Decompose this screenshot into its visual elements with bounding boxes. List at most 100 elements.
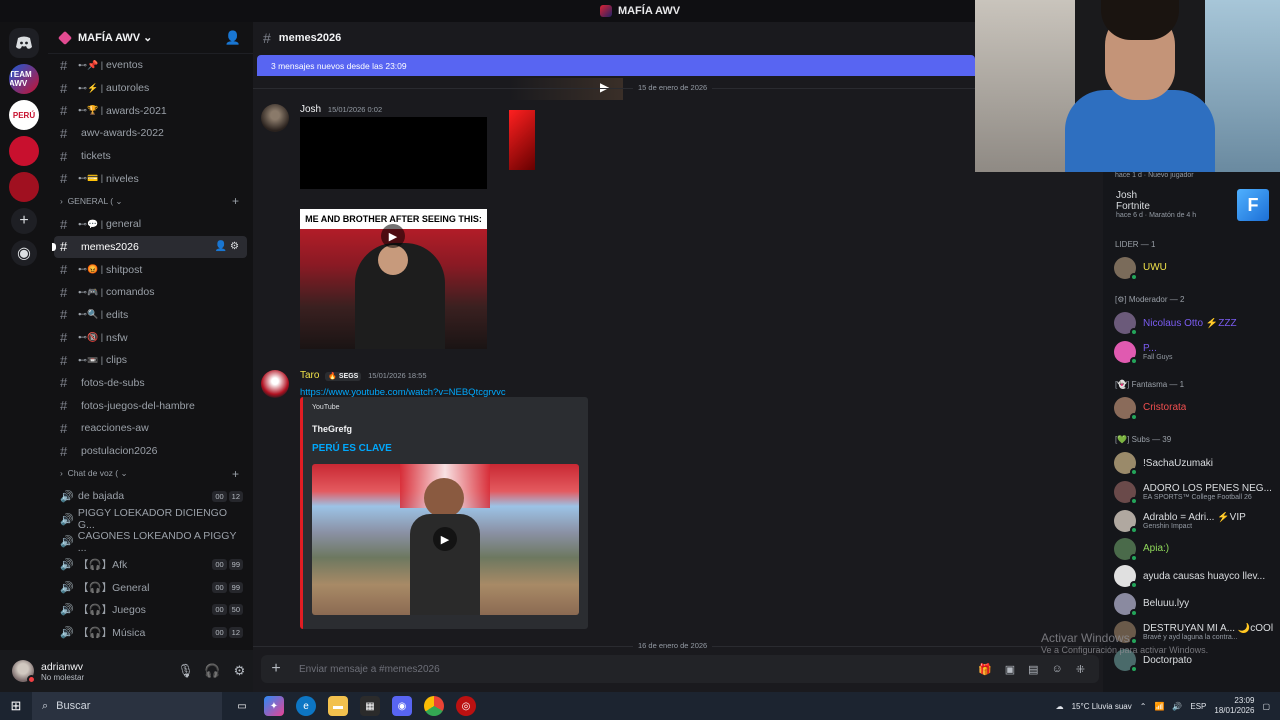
add-channel-icon[interactable]: + [232, 194, 239, 208]
settings-gear-icon[interactable]: ⚙ [226, 663, 253, 679]
voice-channel-item[interactable]: 🔊 【🎧】Juegos 00 50 [48, 599, 253, 622]
discord-taskbar-icon[interactable]: ◉ [392, 696, 412, 716]
apps-icon[interactable]: ⁜ [1076, 663, 1085, 676]
gif-icon[interactable]: ▣ [1005, 663, 1015, 676]
count-current: 00 [212, 581, 227, 593]
new-messages-bar[interactable]: 3 mensajes nuevos desde las 23:09 [257, 55, 975, 76]
category-voice[interactable]: › Chat de voz ( ⌄ + [48, 462, 253, 485]
member-item[interactable]: P... Fall Guys [1103, 337, 1280, 366]
member-item[interactable]: Apia:) [1103, 535, 1280, 563]
channel-item[interactable]: # tickets [48, 145, 253, 168]
taskbar-search[interactable]: ⌕ Buscar [32, 692, 222, 720]
embed-author[interactable]: TheGrefg [312, 424, 352, 434]
voice-channel-item[interactable]: 🔊 【🎧】Música 00 12 [48, 621, 253, 644]
channel-item[interactable]: # ⊷🎮 | comandos [48, 281, 253, 304]
voice-channel-item[interactable]: 🔊 CAGONES LOKEANDO A PIGGY ... [48, 530, 253, 554]
copilot-icon[interactable]: ✦ [264, 696, 284, 716]
play-icon[interactable]: ▶ [600, 80, 609, 94]
language[interactable]: ESP [1190, 702, 1206, 711]
notifications-icon[interactable]: ▢ [1262, 702, 1270, 711]
discord-home-icon[interactable] [9, 28, 39, 58]
channel-name: fotos-de-subs [81, 376, 145, 389]
wifi-icon[interactable]: 📶 [1154, 702, 1164, 711]
member-item[interactable]: Cristorata [1103, 394, 1280, 422]
voice-channel-item[interactable]: 🔊 【🎧】Afk 00 99 [48, 553, 253, 576]
category-general[interactable]: › GENERAL ( ⌄ + [48, 190, 253, 213]
channel-item[interactable]: # reacciones-aw [48, 417, 253, 440]
channel-item[interactable]: # fotos-juegos-del-hambre [48, 394, 253, 417]
message-author[interactable]: Taro [300, 370, 319, 381]
voice-channel-item[interactable]: 🔊 PIGGY LOEKADOR DICIENGO G... [48, 507, 253, 531]
explore-icon[interactable]: ◉ [11, 240, 37, 266]
message-author[interactable]: Josh [300, 104, 321, 115]
microphone-icon[interactable]: 🎙 [172, 663, 199, 679]
taro-avatar[interactable] [261, 370, 289, 398]
status-icon [1130, 356, 1138, 365]
voice-channel-item[interactable]: 🔊 de bajada 00 12 [48, 485, 253, 508]
headphones-icon[interactable]: 🎧 [199, 663, 226, 679]
channel-item[interactable]: # awv-awards-2022 [48, 122, 253, 145]
server-icon-3[interactable] [9, 136, 39, 166]
channel-item[interactable]: # ⊷😡 | shitpost [48, 258, 253, 281]
embed-title[interactable]: PERÚ ES CLAVE [312, 443, 392, 454]
app-icon[interactable]: ◎ [456, 696, 476, 716]
server-icon-4[interactable] [9, 172, 39, 202]
member-item[interactable]: UWU [1103, 254, 1280, 282]
channel-item[interactable]: # memes2026 👤 ⚙ [52, 235, 247, 259]
member-item[interactable]: Adrablo = Adri... ⚡VIP Genshin Impact [1103, 506, 1280, 535]
channel-item[interactable]: # ⊷⚡ | autoroles [48, 77, 253, 100]
server-header[interactable]: MAFÍA AWV ⌄ 👤 [48, 22, 253, 54]
window-title: MAFÍA AWV [617, 5, 681, 17]
channel-item[interactable]: # ⊷🔞 | nsfw [48, 326, 253, 349]
member-name: UWU [1143, 262, 1167, 274]
channel-item[interactable]: # ⊷💳 | niveles [48, 167, 253, 190]
windows-start-icon[interactable]: ⊞ [0, 698, 32, 714]
embed-thumbnail[interactable]: ▶ [312, 464, 579, 615]
add-server-icon[interactable]: + [11, 208, 37, 234]
volume-icon[interactable]: 🔊 [1172, 702, 1182, 711]
server-icon-peru[interactable]: PERÚ [9, 100, 39, 130]
play-button-icon[interactable]: ▶ [381, 224, 405, 248]
channel-item[interactable]: # fotos-de-subs [48, 372, 253, 395]
voice-channel-item[interactable]: 🔊 【🎧】General 00 99 [48, 576, 253, 599]
add-voice-channel-icon[interactable]: + [232, 467, 239, 481]
emoji-icon[interactable]: ☺ [1052, 663, 1063, 676]
gift-icon[interactable]: 🎁 [978, 663, 992, 676]
chevron-up-icon[interactable]: ⌃ [1140, 702, 1147, 711]
channel-item[interactable]: # postulacion2026 [48, 440, 253, 463]
user-avatar[interactable] [12, 660, 36, 684]
channel-item[interactable]: # ⊷📌 | eventos [48, 54, 253, 77]
channel-item[interactable]: # ⊷🔍 | edits [48, 304, 253, 327]
attach-plus-icon[interactable]: + [261, 660, 291, 678]
chrome-icon[interactable] [424, 696, 444, 716]
channel-actions[interactable]: 👤 ⚙ [215, 241, 239, 252]
weather-text[interactable]: 15°C Lluvia suav [1072, 702, 1132, 711]
member-item[interactable]: ADORO LOS PENES NEG... EA SPORTS™ College… [1103, 477, 1280, 506]
member-avatar [1114, 565, 1138, 590]
message-input[interactable]: Enviar mensaje a #memes2026 [291, 664, 978, 675]
video-thumbnail[interactable]: ME AND BROTHER AFTER SEEING THIS: ▶ [300, 209, 487, 349]
add-member-icon[interactable]: 👤 [225, 30, 241, 46]
member-item[interactable]: Nicolaus Otto ⚡ZZZ [1103, 310, 1280, 338]
play-button-icon[interactable]: ▶ [433, 527, 457, 551]
file-explorer-icon[interactable]: ▬ [328, 696, 348, 716]
channel-item[interactable]: # ⊷🏆 | awards-2021 [48, 99, 253, 122]
member-item[interactable]: Beluuu.lyy [1103, 590, 1280, 618]
server-icon-team-awv[interactable]: TEAM AWV [9, 64, 39, 94]
store-icon[interactable]: ▦ [360, 696, 380, 716]
webcam-window [1205, 0, 1280, 172]
member-item[interactable]: !SachaUzumaki [1103, 450, 1280, 478]
channel-name: clips [106, 354, 128, 367]
josh-avatar[interactable] [261, 104, 289, 132]
member-name: Beluuu.lyy [1143, 598, 1190, 610]
channel-item[interactable]: # ⊷📼 | clips [48, 349, 253, 372]
sticker-icon[interactable]: ▤ [1028, 663, 1038, 676]
video-attachment[interactable] [300, 117, 487, 189]
edge-icon[interactable]: e [296, 696, 316, 716]
member-item[interactable]: ayuda causas huayco llev... [1103, 563, 1280, 591]
clock[interactable]: 23:09 18/01/2026 [1214, 696, 1254, 716]
red-image-attachment[interactable] [509, 110, 535, 170]
task-view-icon[interactable]: ▭ [232, 696, 252, 716]
member-josh[interactable]: Josh Fortnite hace 6 d · Maratón de 4 h … [1103, 182, 1280, 226]
channel-item[interactable]: # ⊷💬 | general [48, 213, 253, 236]
